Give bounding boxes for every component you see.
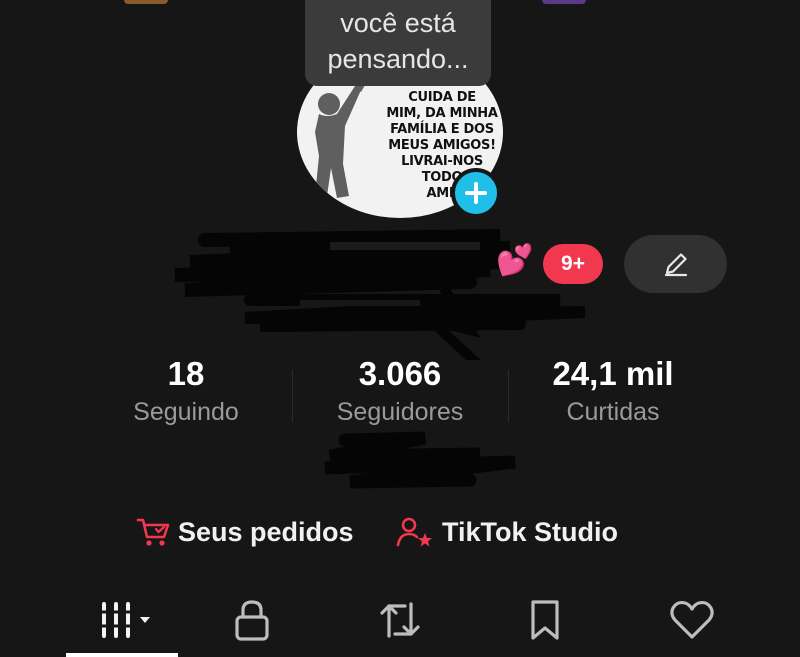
tab-liked[interactable]: [660, 592, 724, 647]
active-tab-indicator: [66, 653, 178, 657]
grid-icon: [96, 601, 150, 638]
tab-reposts[interactable]: [370, 592, 430, 647]
orders-label: Seus pedidos: [178, 516, 354, 547]
bookmark-icon: [531, 599, 559, 640]
heart-icon: [670, 600, 714, 639]
tab-private[interactable]: [222, 592, 282, 647]
studio-label: TikTok Studio: [442, 516, 619, 547]
redacted-bio: [324, 431, 516, 489]
tab-saved[interactable]: [515, 592, 575, 647]
studio-link[interactable]: TikTok Studio: [396, 512, 618, 552]
repost-icon: [380, 601, 420, 638]
tab-videos[interactable]: [72, 592, 172, 647]
lock-icon: [235, 599, 269, 641]
orders-link[interactable]: Seus pedidos: [136, 512, 354, 552]
cart-icon: [136, 518, 170, 546]
person-star-icon: [396, 517, 432, 547]
